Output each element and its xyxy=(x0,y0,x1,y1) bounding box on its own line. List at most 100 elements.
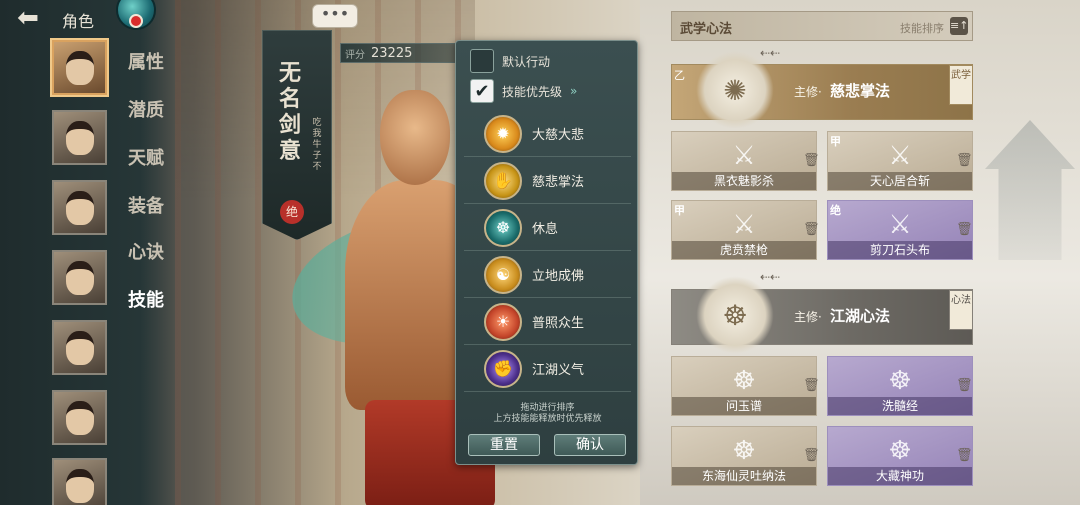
skill-card-name: 东海仙灵吐纳法 xyxy=(672,467,816,485)
mind-skill-card[interactable]: ☸ 大藏神功 xyxy=(827,426,973,486)
character-portrait-2[interactable] xyxy=(52,110,107,165)
tab-attributes[interactable]: 属性 xyxy=(128,48,164,74)
priority-skill-row[interactable]: ☸ 休息 xyxy=(464,205,631,251)
tab-mind-art[interactable]: 心诀 xyxy=(128,238,164,264)
skill-card-name: 问玉谱 xyxy=(672,397,816,415)
reset-button[interactable]: 重置 xyxy=(468,434,540,456)
martial-skill-card[interactable]: ⚔ 黑衣魅影杀 xyxy=(671,131,817,191)
priority-skill-row[interactable]: ✋ 慈悲掌法 xyxy=(464,158,631,204)
score-label: 评分 xyxy=(345,49,365,61)
priority-skill-name: 普照众生 xyxy=(532,316,585,331)
fist-icon: ✊ xyxy=(484,349,522,388)
skill-priority-popup: 默认行动 ✔ 技能优先级 » ✹ 大慈大悲 ✋ 慈悲掌法 ☸ 休息 ☯ 立地成佛… xyxy=(455,40,638,465)
trash-icon[interactable]: 🗑 xyxy=(956,447,973,465)
buddha-icon: ☯ xyxy=(484,255,522,294)
priority-skill-name: 大慈大悲 xyxy=(532,128,585,143)
avatar xyxy=(65,50,94,85)
skill-priority-option[interactable]: ✔ 技能优先级 » xyxy=(470,79,577,103)
main-martial-skill[interactable]: 乙 ✺ 主修· 慈悲掌法 武学 xyxy=(671,51,973,129)
score-box: 评分 23225 xyxy=(340,43,460,63)
tab-skills[interactable]: 技能 xyxy=(128,286,164,312)
character-portrait-1[interactable] xyxy=(52,40,107,95)
skill-card-name: 大藏神功 xyxy=(828,467,972,485)
meditation-figure-icon: ☸ xyxy=(888,366,912,396)
default-action-label: 默认行动 xyxy=(502,54,551,69)
radiance-icon: ☀ xyxy=(484,302,522,341)
priority-skill-name: 慈悲掌法 xyxy=(532,175,585,190)
trash-icon[interactable]: 🗑 xyxy=(803,377,820,395)
martial-tag: 武学 xyxy=(949,65,973,105)
left-panel: ⬅ 角色 属性 潜质 天赋 装备 心诀 技能 xyxy=(0,0,175,505)
tab-talent[interactable]: 天赋 xyxy=(128,144,164,170)
mind-skill-card[interactable]: ☸ 问玉谱 xyxy=(671,356,817,416)
priority-skill-row[interactable]: ☀ 普照众生 xyxy=(464,299,631,345)
page-title: 角色 xyxy=(62,12,95,31)
mind-skill-card[interactable]: ☸ 洗髓经 xyxy=(827,356,973,416)
trash-icon[interactable]: 🗑 xyxy=(956,377,973,395)
martial-skill-card[interactable]: 甲 ⚔ 天心居合斩 xyxy=(827,131,973,191)
grade-badge: 乙 xyxy=(674,69,685,82)
martial-skill-card[interactable]: 甲 ⚔ 虎贲禁枪 xyxy=(671,200,817,260)
back-button[interactable]: ⬅ xyxy=(8,4,48,32)
character-portrait-3[interactable] xyxy=(52,180,107,235)
skill-card-name: 剪刀石头布 xyxy=(828,241,972,259)
notification-dot xyxy=(129,14,143,28)
priority-skill-row[interactable]: ✹ 大慈大悲 xyxy=(464,111,631,157)
meditation-figure-icon: ☸ xyxy=(732,436,756,466)
score-value: 23225 xyxy=(371,45,413,61)
trash-icon[interactable]: 🗑 xyxy=(956,152,973,170)
priority-skill-row[interactable]: ☯ 立地成佛 xyxy=(464,252,631,298)
skill-sort-label[interactable]: 技能排序 xyxy=(900,20,944,36)
priority-skill-name: 江湖义气 xyxy=(532,363,585,378)
trash-icon[interactable]: 🗑 xyxy=(803,221,820,239)
trash-icon[interactable]: 🗑 xyxy=(956,221,973,239)
drag-arrows-icon: ⇠⇠ xyxy=(760,46,781,60)
tab-potential[interactable]: 潜质 xyxy=(128,96,164,122)
grade-badge: 甲 xyxy=(830,135,841,148)
figure-head xyxy=(380,90,450,185)
martial-emblem-icon: ✺ xyxy=(696,51,774,129)
trash-icon[interactable]: 🗑 xyxy=(803,152,820,170)
default-action-checkbox[interactable] xyxy=(470,49,494,73)
main-mind-skill[interactable]: ☸ 主修· 江湖心法 心法 xyxy=(671,276,973,354)
confirm-button[interactable]: 确认 xyxy=(554,434,626,456)
skill-card-name: 洗髓经 xyxy=(828,397,972,415)
character-portrait-5[interactable] xyxy=(52,320,107,375)
default-action-option[interactable]: 默认行动 xyxy=(470,49,550,73)
tab-equipment[interactable]: 装备 xyxy=(128,192,164,218)
drag-arrows-icon: ⇠⇠ xyxy=(760,270,781,284)
sunburst-icon: ✹ xyxy=(484,114,522,153)
skill-card-name: 黑衣魅影杀 xyxy=(672,172,816,190)
checkmark-icon: ✔ xyxy=(474,80,490,102)
character-name: 无名剑意 xyxy=(278,60,301,164)
character-portrait-7[interactable] xyxy=(52,458,107,505)
palm-icon: ✋ xyxy=(484,161,522,200)
rank-badge: 绝 xyxy=(280,200,304,224)
skill-card-name: 虎贲禁枪 xyxy=(672,241,816,259)
avatar xyxy=(65,260,94,295)
character-portrait-4[interactable] xyxy=(52,250,107,305)
grade-badge: 绝 xyxy=(830,204,841,217)
avatar xyxy=(65,120,94,155)
priority-skill-row[interactable]: ✊ 江湖义气 xyxy=(464,346,631,392)
meditation-figure-icon: ☸ xyxy=(732,366,756,396)
character-portrait-6[interactable] xyxy=(52,390,107,445)
skill-priority-checkbox[interactable]: ✔ xyxy=(470,79,494,103)
popup-hint-line-2: 上方技能能释放时优先释放 xyxy=(493,414,602,424)
popup-hint: 拖动进行排序 上方技能能释放时优先释放 xyxy=(456,403,639,425)
martial-header-title: 武学心法 xyxy=(680,22,733,37)
trash-icon[interactable]: 🗑 xyxy=(803,447,820,465)
skill-figure-icon: ⚔ xyxy=(732,141,756,171)
skill-priority-label: 技能优先级 xyxy=(502,84,563,99)
martial-header: 武学心法 技能排序 ≡↑ xyxy=(671,11,973,41)
mind-tag: 心法 xyxy=(949,290,973,330)
priority-skill-name: 休息 xyxy=(532,222,559,237)
avatar xyxy=(65,400,94,435)
sort-icon[interactable]: ≡↑ xyxy=(950,17,968,35)
mind-skill-card[interactable]: ☸ 东海仙灵吐纳法 xyxy=(671,426,817,486)
main-skill-name: 江湖心法 xyxy=(830,307,891,325)
skill-card-name: 天心居合斩 xyxy=(828,172,972,190)
martial-skill-card[interactable]: 绝 ⚔ 剪刀石头布 xyxy=(827,200,973,260)
popup-hint-line-1: 拖动进行排序 xyxy=(520,403,575,413)
chat-button[interactable]: ••• xyxy=(312,4,358,28)
